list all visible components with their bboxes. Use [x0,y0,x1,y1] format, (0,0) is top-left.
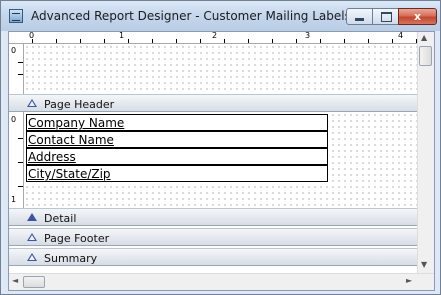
detail-ruler: 0 1 [9,112,24,208]
scroll-down-icon[interactable]: ▼ [421,260,427,269]
field-company-name[interactable]: Company Name [26,114,328,131]
band-label: Summary [44,252,98,265]
scroll-left-icon[interactable]: ◄ [12,276,18,285]
ruler-number: 0 [11,46,17,55]
scroll-right-icon[interactable]: ► [406,276,412,285]
ruler-number: 4 [398,31,404,40]
horizontal-scroll-thumb[interactable] [23,276,45,288]
page-header-grid[interactable] [24,44,418,94]
app-icon[interactable] [9,9,23,23]
field-city-state-zip[interactable]: City/State/Zip [26,165,328,182]
vertical-scrollbar[interactable]: ▲ ▼ [417,32,434,274]
ruler-tick [18,62,23,63]
band-page-header[interactable]: Page Header [9,94,418,112]
band-label: Page Header [44,98,115,111]
close-button[interactable]: x [398,8,437,25]
field-label: Company Name [28,116,125,130]
expand-arrow-icon[interactable] [27,99,37,107]
collapse-arrow-icon[interactable] [27,213,37,221]
report-canvas[interactable]: 0 1 2 3 4 0 Page Header 0 1 Company Name… [8,31,435,291]
ruler-number: 1 [119,31,125,40]
field-label: City/State/Zip [28,167,111,181]
ruler-tick [18,138,23,139]
field-address[interactable]: Address [26,148,328,165]
ruler-number: 0 [29,31,35,40]
minimize-icon [355,18,364,21]
band-summary[interactable]: Summary [9,248,418,266]
designer-window: Advanced Report Designer - Customer Mail… [0,0,441,295]
window-title: Advanced Report Designer - Customer Mail… [31,9,351,23]
ruler-number: 0 [11,115,17,124]
horizontal-ruler: 0 1 2 3 4 [9,32,418,44]
ruler-tick [18,74,23,75]
horizontal-scrollbar[interactable]: ◄ ► [9,273,434,290]
title-bar[interactable]: Advanced Report Designer - Customer Mail… [1,1,440,31]
page-header-ruler: 0 [9,44,24,94]
maximize-icon [381,12,392,22]
ruler-tick [18,162,23,163]
ruler-tick [18,186,23,187]
expand-arrow-icon[interactable] [27,233,37,241]
field-contact-name[interactable]: Contact Name [26,131,328,148]
maximize-button[interactable] [372,8,399,25]
band-label: Page Footer [44,232,110,245]
scroll-up-icon[interactable]: ▲ [421,33,427,42]
ruler-number: 1 [11,195,17,204]
expand-arrow-icon[interactable] [27,253,37,261]
band-page-footer[interactable]: Page Footer [9,228,418,246]
band-label: Detail [44,212,77,225]
field-label: Contact Name [28,133,114,147]
band-detail[interactable]: Detail [9,208,418,226]
close-icon: x [413,10,422,23]
vertical-scroll-thumb[interactable] [419,46,432,66]
field-label: Address [28,150,76,164]
ruler-number: 3 [305,31,311,40]
minimize-button[interactable] [346,8,373,25]
ruler-number: 2 [212,31,218,40]
